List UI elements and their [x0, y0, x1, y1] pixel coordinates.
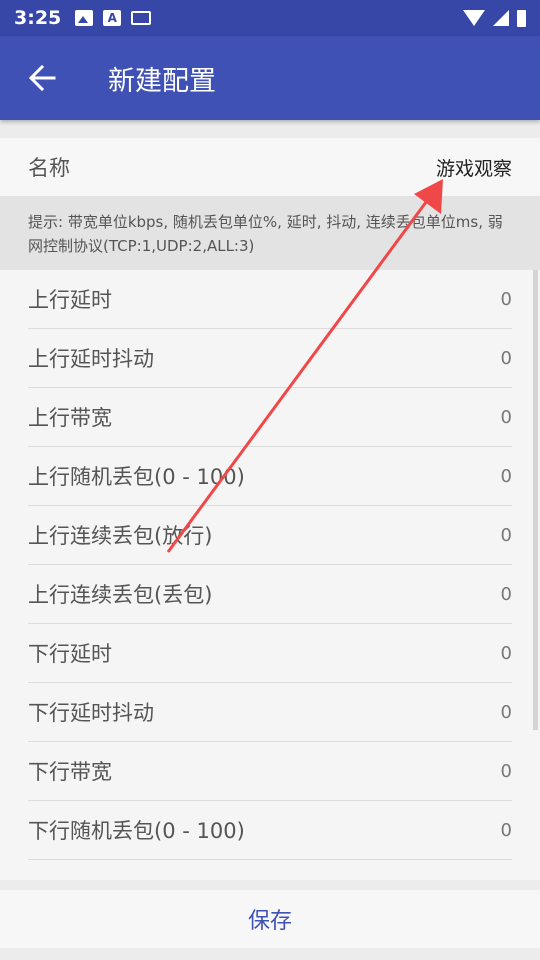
list-item[interactable]: 上行延时抖动 0 [28, 329, 512, 388]
battery-icon [517, 9, 526, 27]
list-item-label: 上行延时 [28, 288, 112, 312]
list-item[interactable]: 上行带宽 0 [28, 388, 512, 447]
scrollbar[interactable] [533, 270, 538, 730]
list-item-label: 上行连续丢包(放行) [28, 524, 213, 548]
list-item-label: 下行延时 [28, 642, 112, 666]
name-value[interactable]: 游戏观察 [436, 154, 512, 181]
list-item-label: 上行延时抖动 [28, 347, 154, 371]
status-bar: 3:25 A [0, 0, 540, 36]
list-item-value[interactable]: 0 [501, 525, 512, 546]
signal-icon [493, 10, 509, 26]
image-notification-icon [75, 10, 94, 26]
list-item-value[interactable]: 0 [501, 407, 512, 428]
config-form: 名称 游戏观察 提示: 带宽单位kbps, 随机丢包单位%, 延时, 抖动, 连… [0, 120, 540, 880]
list-item-label: 下行延时抖动 [28, 701, 154, 725]
list-item[interactable]: 上行连续丢包(丢包) 0 [28, 565, 512, 624]
list-item[interactable]: 下行延时 0 [28, 624, 512, 683]
hint-text: 提示: 带宽单位kbps, 随机丢包单位%, 延时, 抖动, 连续丢包单位ms,… [0, 196, 540, 270]
list-item[interactable]: 下行延时抖动 0 [28, 683, 512, 742]
save-button[interactable]: 保存 [0, 890, 540, 948]
list-item-label: 下行带宽 [28, 760, 112, 784]
list-item-value[interactable]: 0 [501, 289, 512, 310]
list-item-value[interactable]: 0 [501, 761, 512, 782]
list-item-value[interactable]: 0 [501, 702, 512, 723]
save-button-label: 保存 [247, 909, 292, 934]
back-arrow-icon[interactable] [14, 50, 70, 106]
keyboard-icon [131, 11, 152, 25]
status-indicators [463, 9, 526, 27]
list-item-label: 下行随机丢包(0 - 100) [28, 819, 245, 843]
list-item-value[interactable]: 0 [501, 348, 512, 369]
keyboard-a-notification-icon: A [103, 10, 122, 26]
list-item[interactable]: 下行随机丢包(0 - 100) 0 [28, 801, 512, 860]
list-item-value[interactable]: 0 [501, 820, 512, 841]
page-title: 新建配置 [108, 65, 216, 97]
list-item-value[interactable]: 0 [501, 643, 512, 664]
list-item-label: 上行带宽 [28, 406, 112, 430]
list-item[interactable]: 上行延时 0 [28, 270, 512, 329]
status-time: 3:25 [14, 7, 62, 29]
settings-list: 上行延时 0 上行延时抖动 0 上行带宽 0 上行随机丢包(0 - 100) 0… [0, 270, 540, 880]
list-item[interactable]: 上行随机丢包(0 - 100) 0 [28, 447, 512, 506]
list-item-value[interactable]: 0 [501, 584, 512, 605]
list-item[interactable]: 上行连续丢包(放行) 0 [28, 506, 512, 565]
list-item[interactable]: 下行带宽 0 [28, 742, 512, 801]
name-label: 名称 [28, 156, 70, 180]
list-item-value[interactable]: 0 [501, 466, 512, 487]
name-field-row[interactable]: 名称 游戏观察 [0, 138, 540, 196]
wifi-icon [463, 10, 485, 26]
app-bar: 新建配置 [0, 36, 540, 120]
list-item-label: 上行随机丢包(0 - 100) [28, 465, 245, 489]
list-item-label: 上行连续丢包(丢包) [28, 583, 213, 607]
